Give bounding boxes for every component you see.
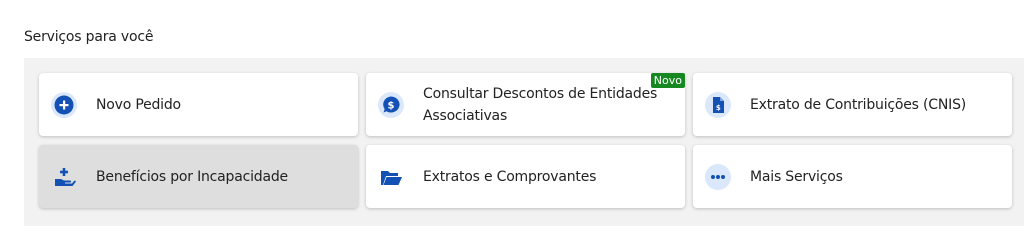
service-beneficios-incapacidade[interactable]: Benefícios por Incapacidade <box>39 145 358 208</box>
service-extrato-cnis[interactable]: $ Extrato de Contribuições (CNIS) <box>693 73 1012 136</box>
services-panel: Novo Pedido $ Consultar Descontos de Ent… <box>24 58 1024 226</box>
service-label: Consultar Descontos de Entidades Associa… <box>423 85 658 124</box>
service-novo-pedido[interactable]: Novo Pedido <box>39 73 358 136</box>
document-icon: $ <box>705 91 731 118</box>
service-label: Extratos e Comprovantes <box>423 168 597 185</box>
service-label: Extrato de Contribuições (CNIS) <box>750 96 967 113</box>
hand-plus-icon <box>51 164 77 190</box>
service-label: Benefícios por Incapacidade <box>96 168 288 185</box>
service-mais-servicos[interactable]: Mais Serviços <box>693 145 1012 208</box>
service-label: Novo Pedido <box>96 96 181 113</box>
dollar-bubble-icon: $ <box>378 91 404 118</box>
svg-text:$: $ <box>388 100 395 111</box>
plus-circle-icon <box>51 91 77 118</box>
service-extratos-comprovantes[interactable]: Extratos e Comprovantes <box>366 145 685 208</box>
service-consultar-descontos[interactable]: $ Consultar Descontos de Entidades Assoc… <box>366 73 685 136</box>
svg-text:$: $ <box>716 104 721 112</box>
section-title: Serviços para você <box>24 29 154 45</box>
folder-open-icon <box>378 164 404 190</box>
new-badge: Novo <box>650 73 685 88</box>
service-label: Mais Serviços <box>750 168 843 185</box>
more-dots-icon <box>705 163 731 190</box>
